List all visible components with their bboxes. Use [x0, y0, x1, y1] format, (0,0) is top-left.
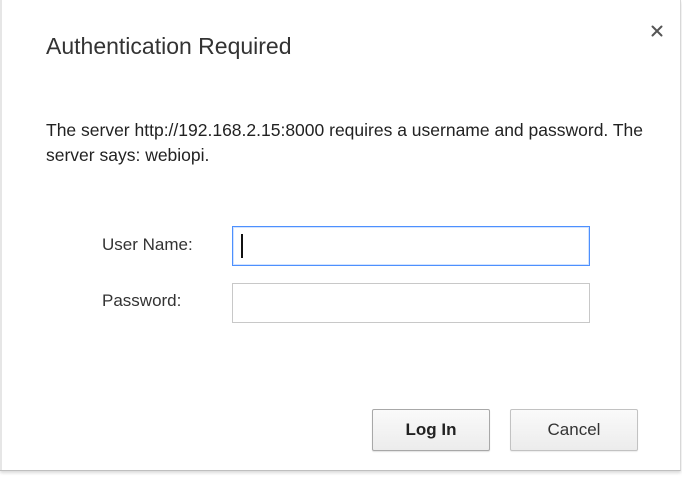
cancel-button[interactable]: Cancel — [510, 409, 638, 451]
close-icon — [651, 25, 663, 37]
close-button[interactable] — [644, 18, 670, 44]
username-input[interactable] — [232, 226, 590, 266]
dialog-left-edge — [0, 0, 2, 470]
password-label: Password: — [102, 291, 182, 310]
password-input[interactable] — [232, 283, 590, 323]
text-caret — [241, 234, 243, 258]
dialog-title: Authentication Required — [46, 33, 292, 59]
login-button[interactable]: Log In — [372, 409, 490, 451]
dialog-message: The server http://192.168.2.15:8000 requ… — [46, 120, 643, 165]
auth-dialog: Authentication Required The server http:… — [0, 0, 681, 471]
username-label: User Name: — [102, 235, 193, 254]
